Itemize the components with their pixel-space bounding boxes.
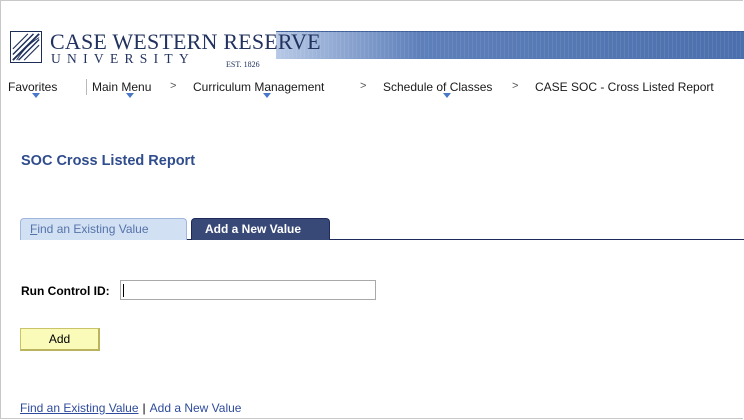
footer-divider: | xyxy=(142,401,146,415)
nav-favorites[interactable]: Favorites xyxy=(8,80,57,94)
university-logo: CASE WESTERN RESERVE UNIVERSITY EST. 182… xyxy=(8,26,321,72)
nav-schedule-of-classes[interactable]: Schedule of Classes xyxy=(383,80,492,94)
footer-find-existing-link[interactable]: Find an Existing Value xyxy=(20,401,139,415)
tab-find-existing-value[interactable]: Find an Existing Value xyxy=(20,218,187,240)
tab-add-new-value[interactable]: Add a New Value xyxy=(191,218,330,240)
chevron-down-icon[interactable] xyxy=(126,93,134,98)
tab-add-label: Add a New Value xyxy=(205,222,302,236)
chevron-down-icon[interactable] xyxy=(263,93,271,98)
run-control-label: Run Control ID: xyxy=(21,284,110,298)
nav-current-page[interactable]: CASE SOC - Cross Listed Report xyxy=(535,80,714,94)
run-control-id-input[interactable] xyxy=(120,280,376,300)
header-banner: CASE WESTERN RESERVE UNIVERSITY EST. 182… xyxy=(8,22,744,74)
breadcrumb: Favorites Main Menu > Curriculum Managem… xyxy=(8,76,744,98)
nav-divider xyxy=(86,79,87,95)
breadcrumb-arrow: > xyxy=(360,80,367,92)
page-title: SOC Cross Listed Report xyxy=(21,153,196,169)
breadcrumb-arrow: > xyxy=(170,80,177,92)
nav-curriculum-management[interactable]: Curriculum Management xyxy=(193,80,324,94)
footer-links: Find an Existing Value | Add a New Value xyxy=(20,401,241,415)
nav-main-menu[interactable]: Main Menu xyxy=(92,80,151,94)
breadcrumb-arrow: > xyxy=(512,80,519,92)
text-cursor xyxy=(123,284,124,297)
logo-university: UNIVERSITY xyxy=(51,51,195,66)
chevron-down-icon[interactable] xyxy=(443,93,451,98)
logo-established: EST. 1826 xyxy=(226,60,260,69)
footer-add-new-link[interactable]: Add a New Value xyxy=(150,401,242,415)
add-button[interactable]: Add xyxy=(20,328,100,351)
chevron-down-icon[interactable] xyxy=(32,93,40,98)
header-band-texture xyxy=(248,31,744,58)
tab-find-label: ind an Existing Value xyxy=(37,222,149,236)
seal-icon xyxy=(10,31,42,63)
